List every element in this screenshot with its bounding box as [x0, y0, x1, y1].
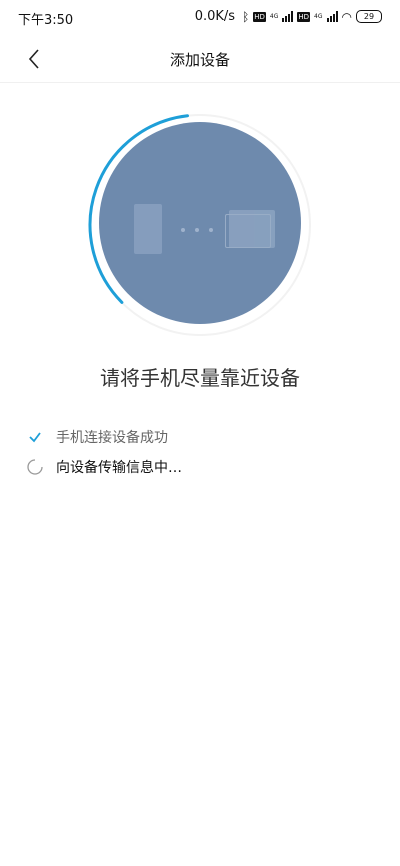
- signal-icon: [282, 11, 294, 22]
- wifi-icon: ◠: [341, 9, 352, 24]
- sim2-4g-label: 4G: [314, 13, 323, 20]
- loading-circle-icon: [26, 458, 44, 476]
- connection-dots: [181, 228, 213, 232]
- progress-steps: 手机连接设备成功 向设备传输信息中…: [26, 422, 182, 482]
- bluetooth-icon: ᛒ: [242, 9, 250, 24]
- step-connect: 手机连接设备成功: [26, 422, 182, 452]
- signal-icon-2: [326, 11, 338, 22]
- hd-icon: HD: [253, 11, 266, 22]
- step-transfer: 向设备传输信息中…: [26, 452, 182, 482]
- step-label: 手机连接设备成功: [56, 430, 168, 446]
- instruction-headline: 请将手机尽量靠近设备: [100, 366, 300, 390]
- status-bar: 下午3:50 0.0K/s ᛒ HD 4G HD 4G ◠ 29: [0, 0, 400, 34]
- page-title: 添加设备: [169, 51, 230, 69]
- nav-bar: 添加设备: [0, 34, 400, 83]
- status-icons: 0.0K/s ᛒ HD 4G HD 4G ◠ 29: [195, 9, 382, 24]
- device-icon: [225, 210, 275, 248]
- hd-icon-2: HD: [297, 11, 311, 22]
- check-icon: [26, 428, 44, 446]
- network-speed: 0.0K/s: [194, 9, 236, 24]
- phone-to-device-illustration: [99, 122, 301, 324]
- status-time: 下午3:50: [18, 13, 74, 28]
- battery-icon: 29: [356, 10, 382, 23]
- step-label: 向设备传输信息中…: [56, 460, 182, 476]
- phone-icon: [134, 204, 162, 254]
- sim1-4g-label: 4G: [269, 13, 279, 20]
